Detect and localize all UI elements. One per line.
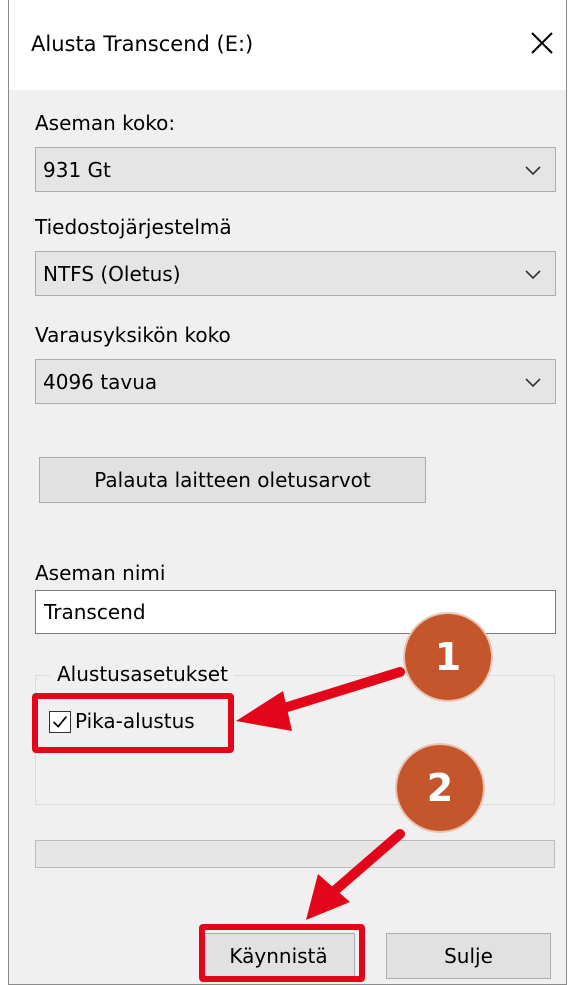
format-progress-bar [35, 840, 555, 868]
file-system-value: NTFS (Oletus) [43, 262, 181, 286]
format-dialog: Alusta Transcend (E:) Aseman koko: 931 G… [8, 0, 567, 985]
close-icon[interactable] [529, 30, 555, 56]
volume-label-value: Transcend [44, 600, 146, 624]
step-1-badge: 1 [405, 614, 491, 700]
allocation-unit-value: 4096 tavua [43, 370, 158, 394]
window-title: Alusta Transcend (E:) [31, 32, 254, 56]
capacity-value: 931 Gt [43, 158, 111, 182]
chevron-down-icon [525, 270, 541, 280]
capacity-dropdown[interactable]: 931 Gt [35, 147, 556, 192]
close-button[interactable]: Sulje [386, 933, 551, 979]
quick-format-highlight [32, 693, 234, 753]
step-2-badge: 2 [397, 745, 483, 831]
start-button-highlight [199, 924, 365, 982]
restore-defaults-button[interactable]: Palauta laitteen oletusarvot [39, 457, 426, 503]
allocation-unit-label: Varausyksikön koko [35, 323, 231, 347]
chevron-down-icon [525, 378, 541, 388]
format-options-legend: Alustusasetukset [51, 662, 234, 686]
allocation-unit-dropdown[interactable]: 4096 tavua [35, 359, 556, 404]
title-bar: Alusta Transcend (E:) [9, 0, 566, 90]
file-system-dropdown[interactable]: NTFS (Oletus) [35, 251, 556, 296]
capacity-label: Aseman koko: [35, 111, 176, 135]
file-system-label: Tiedostojärjestelmä [35, 215, 232, 239]
volume-label-label: Aseman nimi [35, 561, 166, 585]
chevron-down-icon [525, 166, 541, 176]
